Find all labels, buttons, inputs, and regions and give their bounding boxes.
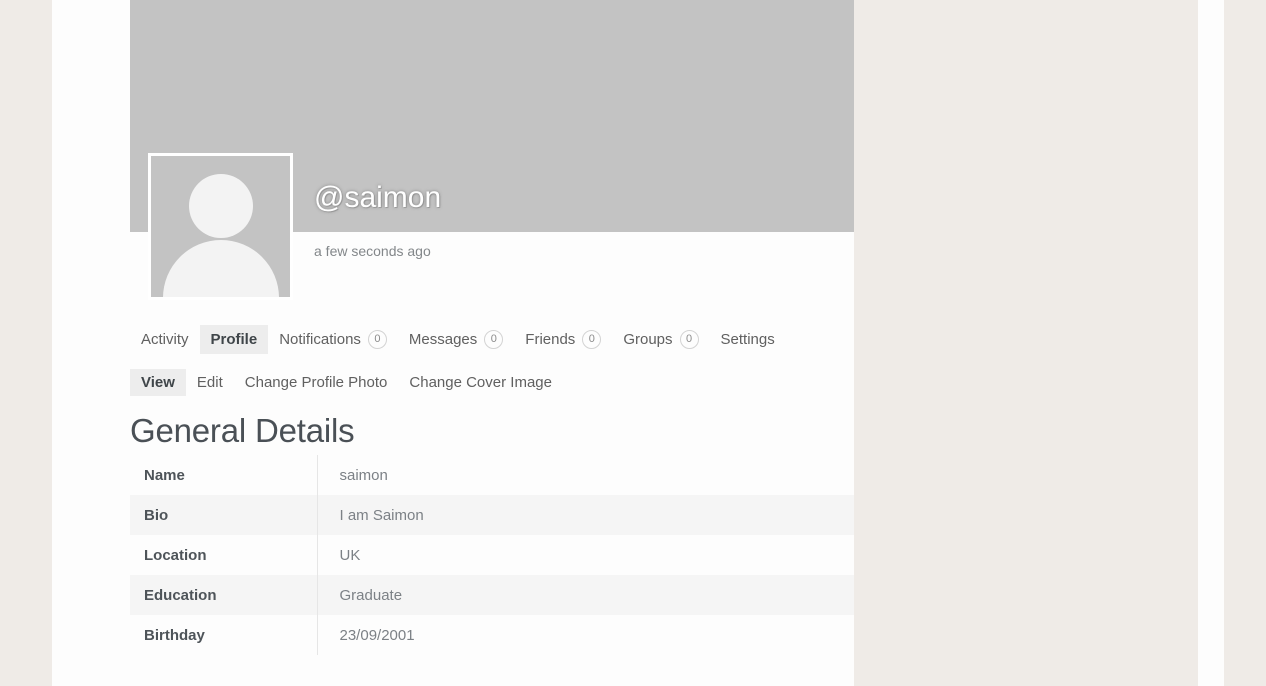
detail-value: UK <box>339 546 361 564</box>
main-content-column: @saimon a few seconds ago Activity Profil… <box>52 0 880 686</box>
profile-last-active: a few seconds ago <box>314 243 431 259</box>
table-row: Birthday 23/09/2001 <box>130 615 880 655</box>
nav-item-label: Activity <box>141 330 189 348</box>
page-root: @saimon a few seconds ago Activity Profil… <box>0 0 1266 686</box>
nav-item-messages[interactable]: Messages 0 <box>398 324 514 355</box>
nav-item-activity[interactable]: Activity <box>130 325 200 354</box>
detail-value: Graduate <box>339 586 403 604</box>
detail-label: Birthday <box>130 615 318 655</box>
nav-item-notifications[interactable]: Notifications 0 <box>268 324 398 355</box>
table-row: Education Graduate <box>130 575 880 615</box>
detail-value: saimon <box>339 466 388 484</box>
profile-subnav: View Edit Change Profile Photo Change Cover… <box>130 367 563 398</box>
nav-item-label: Messages <box>408 330 478 348</box>
profile-handle: @saimon <box>314 181 442 214</box>
subnav-item-change-profile-photo[interactable]: Change Profile Photo <box>234 369 399 396</box>
subnav-item-edit[interactable]: Edit <box>186 369 234 396</box>
table-row: Name saimon <box>130 455 880 495</box>
detail-label: Name <box>130 455 318 495</box>
profile-nav: Activity Profile Notifications 0 Messages 0 Fr… <box>130 322 786 356</box>
right-gutter <box>1198 0 1224 686</box>
profile-avatar[interactable] <box>148 153 293 300</box>
nav-item-settings[interactable]: Settings <box>710 325 786 354</box>
nav-item-count-badge: 0 <box>582 329 602 349</box>
nav-item-friends[interactable]: Friends 0 <box>514 324 612 355</box>
sidebar-column: SAIMON’S FRIENDS Sorry, no members were … <box>854 0 1198 686</box>
detail-value: I am Saimon <box>339 506 424 524</box>
detail-label: Location <box>130 535 318 575</box>
general-details-table: Name saimon Bio I am Saimon Location UK Educat… <box>130 455 880 655</box>
table-row: Bio I am Saimon <box>130 495 880 535</box>
nav-item-groups[interactable]: Groups 0 <box>612 324 709 355</box>
nav-item-count-badge: 0 <box>679 329 699 349</box>
nav-item-label: Groups <box>623 330 673 348</box>
subnav-item-view[interactable]: View <box>130 369 186 396</box>
detail-value: 23/09/2001 <box>339 626 415 644</box>
nav-item-profile[interactable]: Profile <box>199 324 269 354</box>
page-title: General Details <box>130 412 355 449</box>
nav-item-count-badge: 0 <box>367 329 387 349</box>
detail-label: Bio <box>130 495 318 535</box>
avatar-head-icon <box>188 174 253 238</box>
nav-item-label: Notifications <box>279 330 361 348</box>
nav-item-label: Settings <box>720 330 775 348</box>
nav-item-count-badge: 0 <box>484 329 504 349</box>
nav-item-label: Profile <box>210 330 258 348</box>
table-row: Location UK <box>130 535 880 575</box>
detail-label: Education <box>130 575 318 615</box>
subnav-item-change-cover-image[interactable]: Change Cover Image <box>398 369 563 396</box>
avatar-body-icon <box>162 240 279 297</box>
nav-item-label: Friends <box>525 330 576 348</box>
